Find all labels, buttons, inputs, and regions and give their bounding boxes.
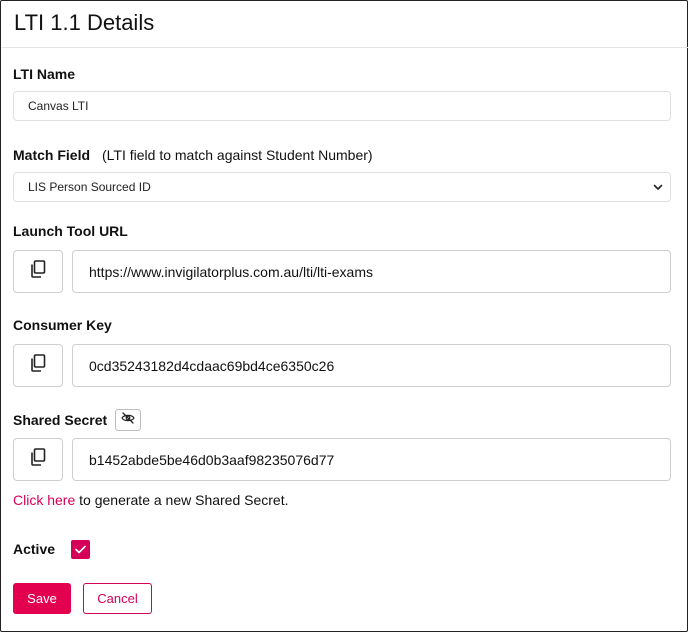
chevron-down-icon [652, 181, 664, 193]
generate-secret-line: Click here to generate a new Shared Secr… [13, 492, 289, 508]
cancel-button[interactable]: Cancel [83, 583, 152, 614]
copy-consumer-key-button[interactable] [13, 344, 63, 387]
save-button[interactable]: Save [13, 583, 71, 614]
shared-secret-label: Shared Secret [13, 412, 108, 428]
copy-icon [30, 354, 46, 377]
generate-secret-text: to generate a new Shared Secret. [75, 492, 289, 508]
copy-shared-secret-button[interactable] [13, 438, 63, 481]
copy-icon [30, 260, 46, 283]
page-title: LTI 1.1 Details [14, 10, 155, 35]
launch-url-label: Launch Tool URL [13, 223, 128, 239]
consumer-key-value: 0cd35243182d4cdaac69bd4ce6350c26 [89, 357, 335, 374]
consumer-key-label: Consumer Key [13, 317, 112, 333]
checkmark-icon [75, 541, 86, 559]
copy-icon [30, 448, 46, 471]
lti-name-label: LTI Name [13, 66, 75, 82]
toggle-secret-visibility-button[interactable] [115, 409, 141, 431]
shared-secret-value: b1452abde5be46d0b3aaf98235076d77 [89, 451, 335, 468]
generate-secret-link[interactable]: Click here [13, 492, 75, 508]
active-label: Active [13, 541, 56, 557]
active-checkbox[interactable] [71, 540, 90, 559]
launch-url-field[interactable]: https://www.invigilatorplus.com.au/lti/l… [72, 250, 671, 293]
shared-secret-field[interactable]: b1452abde5be46d0b3aaf98235076d77 [72, 438, 671, 481]
lti-name-value: Canvas LTI [28, 99, 89, 113]
lti-name-input[interactable]: Canvas LTI [13, 91, 671, 121]
match-field-selected: LIS Person Sourced ID [28, 180, 151, 194]
eye-slash-icon [121, 411, 135, 429]
match-field-label-row: Match Field (LTI field to match against S… [13, 147, 373, 163]
copy-launch-url-button[interactable] [13, 250, 63, 293]
panel-header: LTI 1.1 Details [2, 2, 688, 48]
consumer-key-field[interactable]: 0cd35243182d4cdaac69bd4ce6350c26 [72, 344, 671, 387]
match-field-hint: (LTI field to match against Student Numb… [102, 147, 373, 163]
match-field-select[interactable]: LIS Person Sourced ID [13, 172, 671, 202]
launch-url-value: https://www.invigilatorplus.com.au/lti/l… [89, 263, 373, 280]
match-field-label: Match Field [13, 147, 91, 163]
